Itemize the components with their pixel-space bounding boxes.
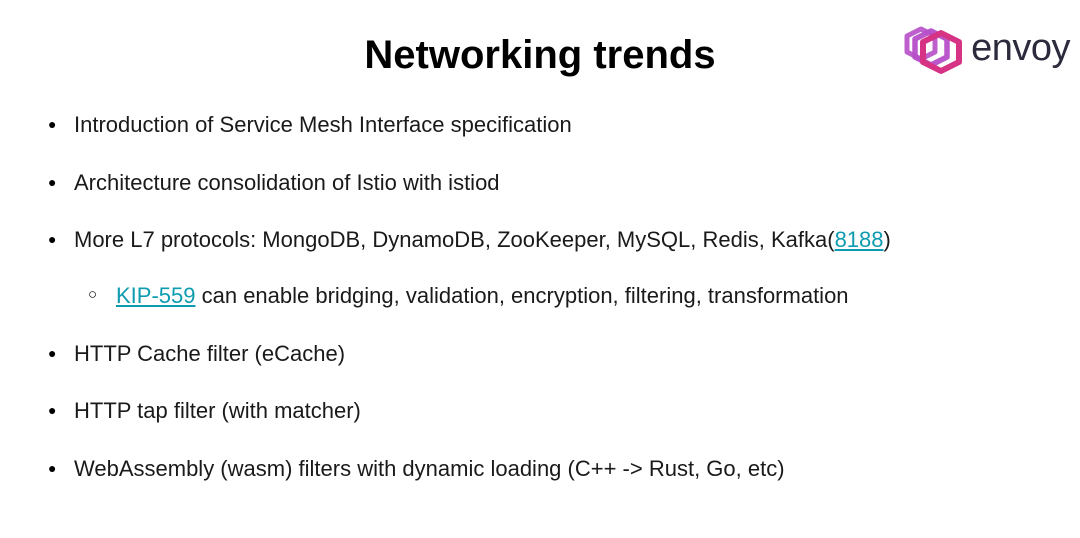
list-item-text: WebAssembly (wasm) filters with dynamic … [74,456,785,481]
list-item-text: HTTP Cache filter (eCache) [74,341,345,366]
list-item: Architecture consolidation of Istio with… [74,168,1050,198]
list-item: Introduction of Service Mesh Interface s… [74,110,1050,140]
list-item-prefix: More L7 protocols: MongoDB, DynamoDB, Zo… [74,227,835,252]
slide: envoy Networking trends Introduction of … [0,0,1080,538]
list-item: HTTP Cache filter (eCache) [74,339,1050,369]
link-kip-559[interactable]: KIP-559 [116,283,196,308]
envoy-logo-icon [891,18,963,78]
sub-list: KIP-559 can enable bridging, validation,… [74,281,1050,311]
list-item: WebAssembly (wasm) filters with dynamic … [74,454,1050,484]
brand-name: envoy [971,27,1070,70]
brand-logo: envoy [891,18,1070,78]
link-8188[interactable]: 8188 [835,227,884,252]
list-item: More L7 protocols: MongoDB, DynamoDB, Zo… [74,225,1050,310]
list-item-text: Architecture consolidation of Istio with… [74,170,500,195]
bullet-list: Introduction of Service Mesh Interface s… [30,110,1050,484]
list-item-text: Introduction of Service Mesh Interface s… [74,112,572,137]
sub-item-suffix: can enable bridging, validation, encrypt… [196,283,849,308]
list-item: HTTP tap filter (with matcher) [74,396,1050,426]
list-item-suffix: ) [884,227,891,252]
list-item-text: HTTP tap filter (with matcher) [74,398,361,423]
sub-list-item: KIP-559 can enable bridging, validation,… [116,281,1050,311]
